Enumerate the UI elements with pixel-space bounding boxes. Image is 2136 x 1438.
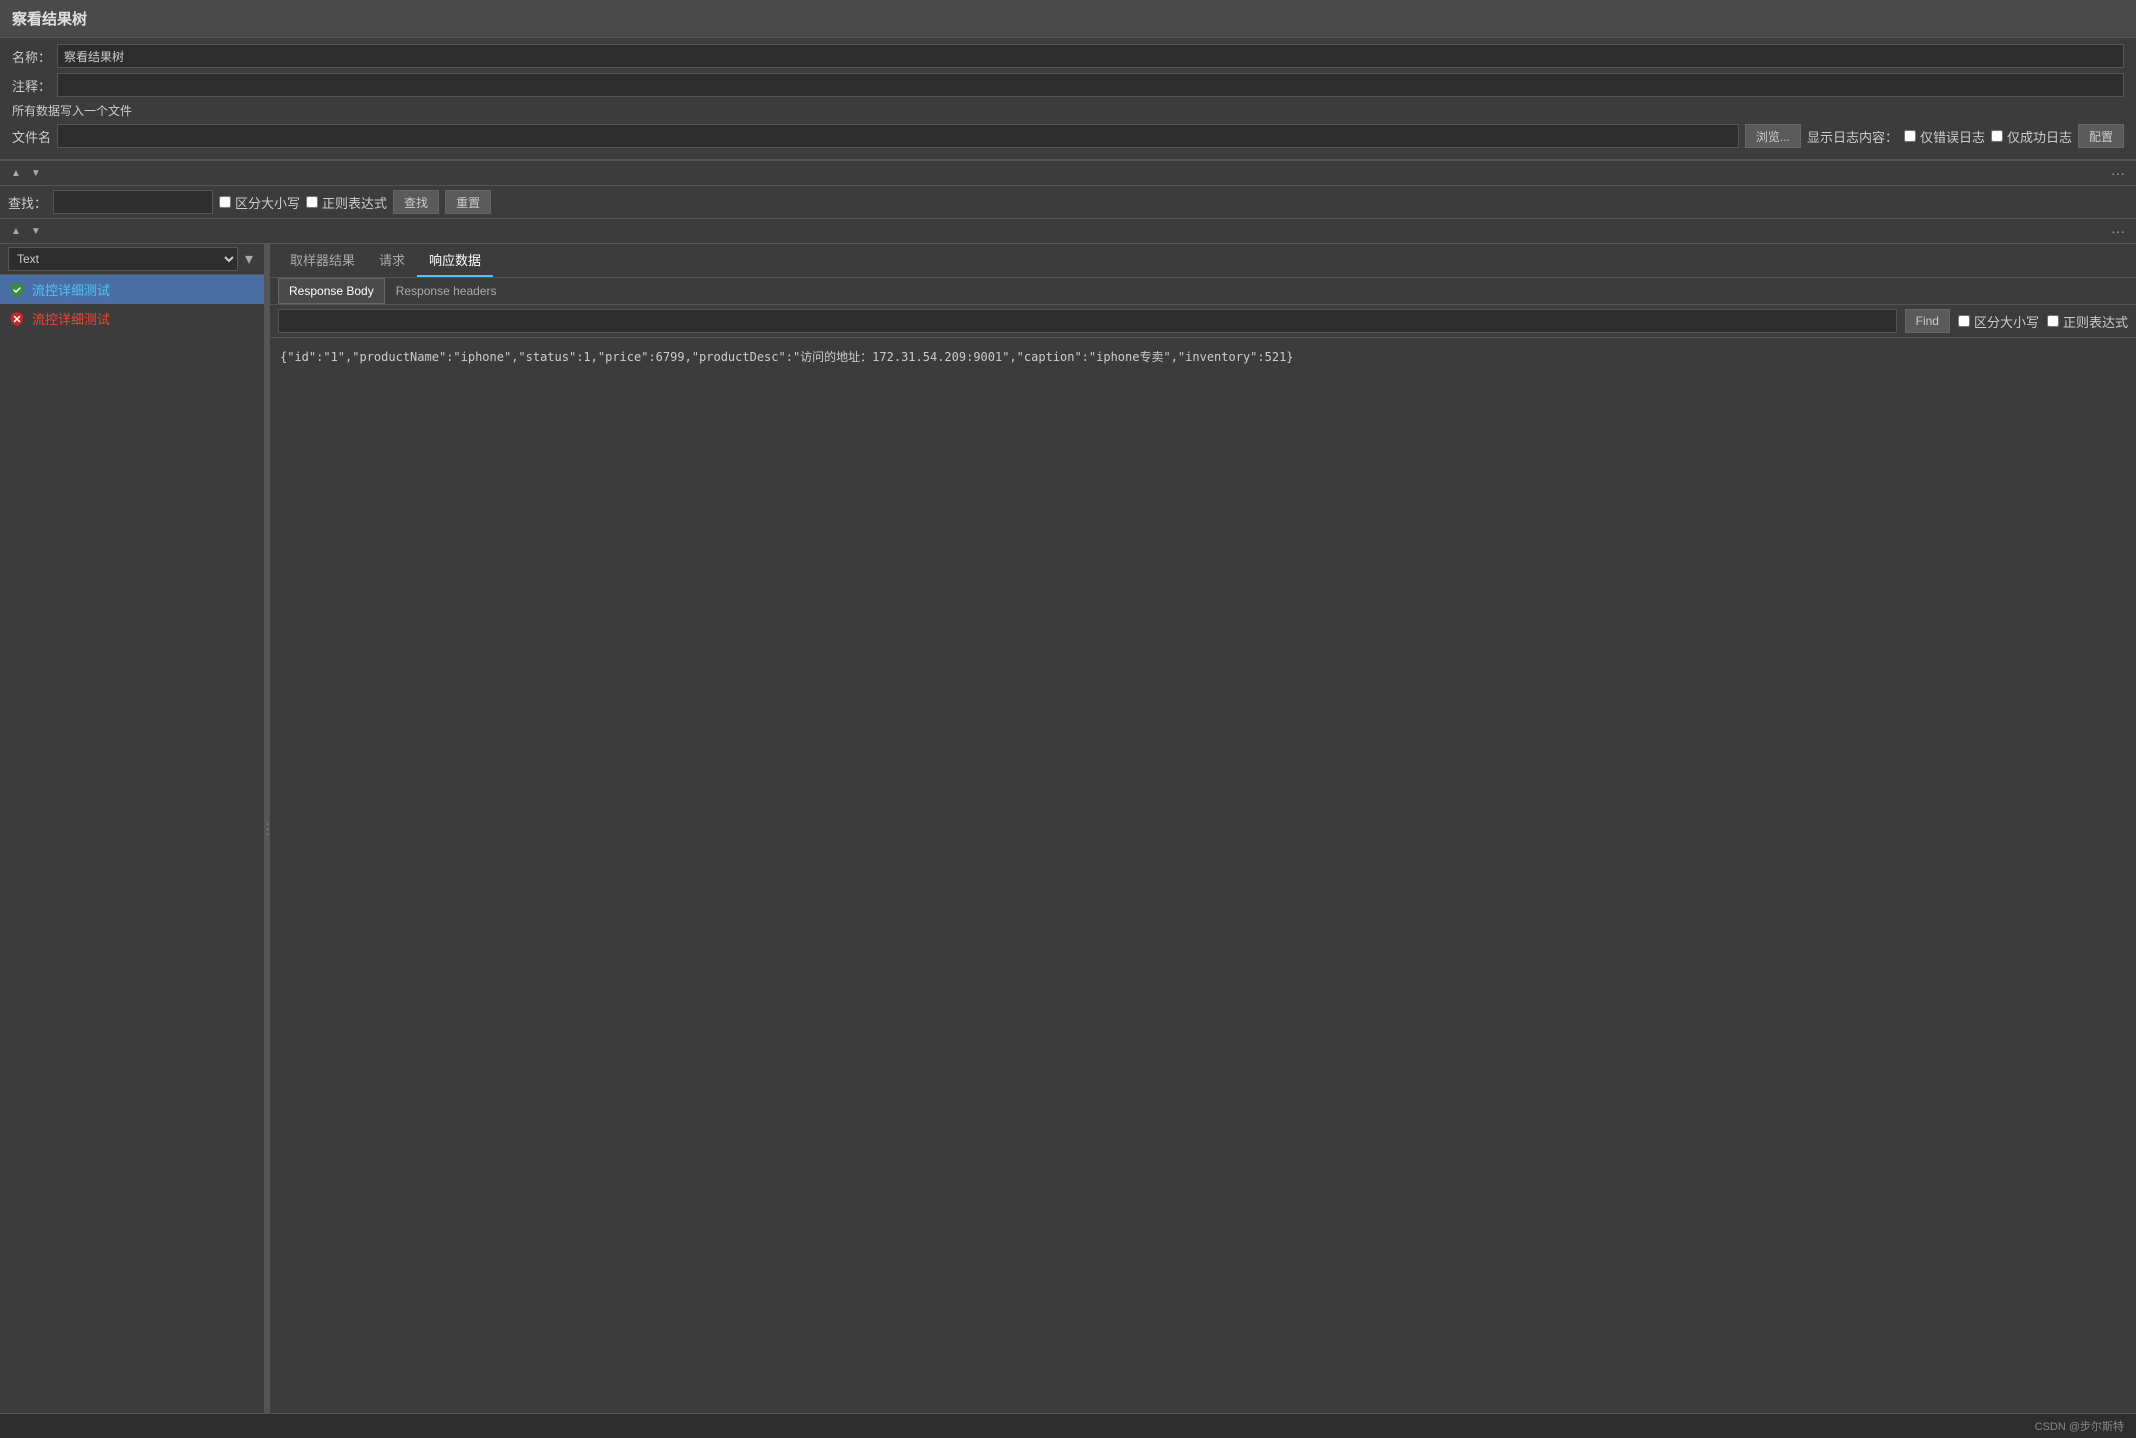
toolbar-row-1: ▲ ▼ ···	[0, 160, 2136, 186]
case-sensitive-group: 区分大小写	[219, 193, 300, 212]
up-arrow-btn-2[interactable]: ▲	[8, 225, 24, 238]
response-regex-checkbox[interactable]	[2047, 315, 2059, 327]
response-case-checkbox[interactable]	[1958, 315, 1970, 327]
main-content: Text HTML JSON XML Binary ▾	[0, 244, 2136, 1413]
response-find-input[interactable]	[278, 309, 1897, 333]
panel-resizer[interactable]	[265, 244, 270, 1413]
error-log-checkbox[interactable]	[1904, 130, 1916, 142]
page-container: 察看结果树 名称： 注释： 所有数据写入一个文件 文件名 浏览... 显示日志内…	[0, 0, 2136, 1438]
dropdown-arrow[interactable]: ▾	[242, 248, 256, 270]
case-sensitive-label: 区分大小写	[235, 193, 300, 212]
search-input[interactable]	[53, 190, 213, 214]
file-row: 文件名 浏览... 显示日志内容： 仅错误日志 仅成功日志 配置	[12, 124, 2124, 148]
search-label: 查找：	[8, 193, 47, 212]
list-item[interactable]: 流控详细测试	[0, 275, 264, 304]
comment-input[interactable]	[57, 73, 2124, 97]
success-log-checkbox[interactable]	[1991, 130, 2003, 142]
page-title: 察看结果树	[12, 11, 87, 28]
file-label: 文件名	[12, 127, 51, 146]
response-body-text: {"id":"1","productName":"iphone","status…	[280, 350, 1294, 364]
all-data-label: 所有数据写入一个文件	[12, 102, 132, 119]
left-panel: Text HTML JSON XML Binary ▾	[0, 244, 265, 1413]
name-row: 名称：	[12, 44, 2124, 68]
down-arrow-btn-2[interactable]: ▼	[28, 225, 44, 238]
response-case-label: 区分大小写	[1974, 312, 2039, 331]
item-label: 流控详细测试	[32, 309, 110, 328]
down-arrow-btn[interactable]: ▼	[28, 167, 44, 180]
list-item[interactable]: 流控详细测试	[0, 304, 264, 333]
response-find-button[interactable]: Find	[1905, 309, 1950, 333]
error-log-label: 仅错误日志	[1920, 127, 1985, 146]
error-log-group: 仅错误日志	[1904, 127, 1985, 146]
error-icon	[8, 310, 26, 328]
more-options-2[interactable]: ···	[2108, 222, 2128, 240]
response-case-group: 区分大小写	[1958, 312, 2039, 331]
file-input[interactable]	[57, 124, 1739, 148]
reset-button[interactable]: 重置	[445, 190, 491, 214]
browse-button[interactable]: 浏览...	[1745, 124, 1801, 148]
sub-tab-response-body[interactable]: Response Body	[278, 278, 385, 304]
sub-tabs-row: Response Body Response headers	[270, 278, 2136, 305]
case-sensitive-checkbox[interactable]	[219, 196, 231, 208]
success-log-group: 仅成功日志	[1991, 127, 2072, 146]
name-label: 名称：	[12, 47, 51, 66]
success-icon	[8, 281, 26, 299]
response-regex-label: 正则表达式	[2063, 312, 2128, 331]
name-input[interactable]	[57, 44, 2124, 68]
tree-list: 流控详细测试 流控详细测试	[0, 275, 264, 1413]
config-section: 名称： 注释： 所有数据写入一个文件 文件名 浏览... 显示日志内容： 仅错误…	[0, 38, 2136, 160]
regex-label: 正则表达式	[322, 193, 387, 212]
response-body: {"id":"1","productName":"iphone","status…	[270, 338, 2136, 1413]
footer: CSDN @步尔斯特	[0, 1413, 2136, 1438]
format-select[interactable]: Text HTML JSON XML Binary	[8, 247, 238, 271]
response-toolbar: Find 区分大小写 正则表达式	[270, 305, 2136, 338]
display-log-label: 显示日志内容：	[1807, 127, 1898, 146]
all-data-row: 所有数据写入一个文件	[12, 102, 2124, 119]
tabs-row: 取样器结果 请求 响应数据	[270, 244, 2136, 278]
tab-request[interactable]: 请求	[367, 244, 417, 277]
tab-response-data[interactable]: 响应数据	[417, 244, 493, 277]
tab-sampler-result[interactable]: 取样器结果	[278, 244, 367, 277]
toolbar-row-2: ▲ ▼ ···	[0, 218, 2136, 244]
up-arrow-btn[interactable]: ▲	[8, 167, 24, 180]
title-bar: 察看结果树	[0, 0, 2136, 38]
comment-label: 注释：	[12, 76, 51, 95]
regex-checkbox[interactable]	[306, 196, 318, 208]
regex-group: 正则表达式	[306, 193, 387, 212]
find-button[interactable]: 查找	[393, 190, 439, 214]
more-options-1[interactable]: ···	[2108, 164, 2128, 182]
footer-credit: CSDN @步尔斯特	[2035, 1418, 2124, 1434]
success-log-label: 仅成功日志	[2007, 127, 2072, 146]
left-panel-toolbar: Text HTML JSON XML Binary ▾	[0, 244, 264, 275]
item-label: 流控详细测试	[32, 280, 110, 299]
comment-row: 注释：	[12, 73, 2124, 97]
response-regex-group: 正则表达式	[2047, 312, 2128, 331]
sub-tab-response-headers[interactable]: Response headers	[385, 278, 508, 304]
configure-button[interactable]: 配置	[2078, 124, 2124, 148]
right-panel: 取样器结果 请求 响应数据 Response Body Response hea…	[270, 244, 2136, 1413]
search-row: 查找： 区分大小写 正则表达式 查找 重置	[0, 186, 2136, 218]
